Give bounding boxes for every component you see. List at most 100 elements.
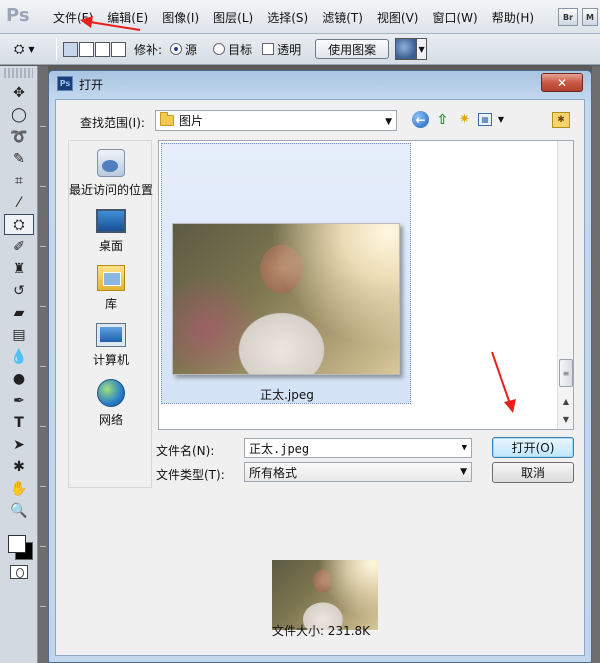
file-name-value: 正太.jpeg	[249, 441, 310, 456]
transparent-checkbox[interactable]	[262, 43, 275, 55]
chevron-down-icon: ▼	[385, 117, 392, 127]
places-bar: 最近访问的位置 桌面 库 计算机 网络	[68, 140, 153, 488]
library-icon	[97, 265, 125, 291]
pen-tool-icon[interactable]: ✒	[4, 390, 34, 411]
image-preview	[272, 560, 378, 630]
separator	[56, 38, 57, 60]
subtract-selection-icon[interactable]	[95, 41, 110, 57]
menu-view[interactable]: 视图(V)	[370, 9, 426, 26]
file-type-dropdown[interactable]: 所有格式 ▼	[244, 462, 472, 482]
cancel-button[interactable]: 取消	[492, 462, 574, 483]
source-label: 源	[185, 42, 198, 57]
recent-places-icon	[97, 149, 125, 177]
place-recent[interactable]: 最近访问的位置	[69, 149, 153, 198]
open-button[interactable]: 打开(O)	[492, 437, 574, 458]
new-folder-icon[interactable]: ✷	[456, 111, 473, 128]
color-swatches[interactable]	[4, 527, 34, 561]
main-menu: 文件(F) 编辑(E) 图像(I) 图层(L) 选择(S) 滤镜(T) 视图(V…	[46, 0, 541, 34]
view-menu-icon[interactable]: ▦	[478, 113, 492, 126]
place-label: 计算机	[92, 353, 129, 367]
back-icon[interactable]: ←	[412, 111, 429, 128]
menu-filter[interactable]: 滤镜(T)	[315, 9, 370, 26]
tools-panel: ✥ ◯ ➰ ✎ ⌗ ⁄ ⛭ ✐ ♜ ↺ ▰ ▤ 💧 ● ✒ T ➤ ✱ ✋ 🔍	[0, 66, 38, 663]
chevron-down-icon[interactable]: ▼	[497, 111, 505, 128]
blur-tool-icon[interactable]: 💧	[4, 346, 34, 367]
panel-grip[interactable]	[4, 68, 33, 78]
menu-layer[interactable]: 图层(L)	[206, 9, 260, 26]
folder-icon	[160, 112, 174, 126]
shape-tool-icon[interactable]: ✱	[4, 456, 34, 477]
chevron-down-icon[interactable]: ▼	[417, 38, 428, 60]
look-in-dropdown[interactable]: 图片 ▼	[155, 110, 397, 131]
stamp-tool-icon[interactable]: ♜	[4, 258, 34, 279]
mini-bridge-button[interactable]: M	[582, 8, 598, 26]
chevron-down-icon: ▼	[460, 467, 467, 477]
menu-window[interactable]: 窗口(W)	[425, 9, 484, 26]
quick-mask-icon[interactable]	[10, 565, 28, 579]
file-type-value: 所有格式	[249, 465, 298, 480]
file-name-input[interactable]: 正太.jpeg ▼	[244, 438, 472, 458]
open-dialog: Ps 打开 ✕ 查找范围(I): 图片 ▼ ← ⇧ ✷ ▦ ▼ ✱ 最近访问的位…	[48, 70, 592, 663]
use-pattern-button[interactable]: 使用图案	[315, 39, 390, 59]
eyedropper-tool-icon[interactable]: ⁄	[4, 192, 34, 213]
move-tool-icon[interactable]: ✥	[4, 82, 34, 103]
zoom-tool-icon[interactable]: 🔍	[4, 500, 34, 521]
place-label: 最近访问的位置	[69, 183, 154, 197]
menu-bar: Ps 文件(F) 编辑(E) 图像(I) 图层(L) 选择(S) 滤镜(T) 视…	[0, 0, 600, 34]
dialog-body: 查找范围(I): 图片 ▼ ← ⇧ ✷ ▦ ▼ ✱ 最近访问的位置 桌面 库 计…	[55, 99, 585, 656]
file-thumbnail	[172, 223, 400, 375]
menu-edit[interactable]: 编辑(E)	[100, 9, 155, 26]
patch-tool-icon: ⛭	[14, 41, 25, 57]
history-brush-tool-icon[interactable]: ↺	[4, 280, 34, 301]
hand-tool-icon[interactable]: ✋	[4, 478, 34, 499]
dialog-titlebar[interactable]: Ps 打开 ✕	[49, 71, 591, 97]
network-icon	[97, 379, 125, 407]
photoshop-logo: Ps	[6, 5, 30, 26]
folder-action-icon[interactable]: ✱	[552, 112, 570, 128]
marquee-tool-icon[interactable]: ◯	[4, 104, 34, 125]
intersect-selection-icon[interactable]	[111, 41, 126, 57]
place-desktop[interactable]: 桌面	[69, 209, 153, 254]
dodge-tool-icon[interactable]: ●	[4, 368, 34, 389]
desktop-icon	[96, 209, 126, 233]
gradient-tool-icon[interactable]: ▤	[4, 324, 34, 345]
source-radio[interactable]	[170, 43, 183, 55]
tool-preset-picker[interactable]: ⛭ ▼	[14, 38, 50, 60]
menu-image[interactable]: 图像(I)	[155, 9, 206, 26]
document-background	[592, 66, 600, 663]
new-selection-icon[interactable]	[63, 41, 78, 57]
scroll-down-icon[interactable]: ▼	[558, 411, 574, 427]
chevron-down-icon[interactable]: ▼	[462, 443, 467, 453]
selection-modes	[63, 41, 126, 57]
scrollbar-thumb[interactable]: ≡	[559, 359, 573, 387]
menu-help[interactable]: 帮助(H)	[485, 9, 541, 26]
place-computer[interactable]: 计算机	[69, 323, 153, 368]
path-selection-tool-icon[interactable]: ➤	[4, 434, 34, 455]
destination-radio[interactable]	[213, 43, 226, 55]
pattern-swatch[interactable]	[395, 38, 418, 60]
file-name-label: 文件名(N):	[156, 444, 215, 458]
lasso-tool-icon[interactable]: ➰	[4, 126, 34, 147]
file-item[interactable]: 正太.jpeg	[161, 143, 411, 404]
patch-tool-icon[interactable]: ⛭	[4, 214, 34, 235]
quick-selection-tool-icon[interactable]: ✎	[4, 148, 34, 169]
scroll-up-icon[interactable]: ▲	[558, 393, 574, 409]
up-folder-icon[interactable]: ⇧	[434, 111, 451, 128]
type-tool-icon[interactable]: T	[4, 412, 34, 433]
document-ruler	[38, 66, 48, 663]
bridge-button[interactable]: Br	[558, 8, 578, 26]
eraser-tool-icon[interactable]: ▰	[4, 302, 34, 323]
place-library[interactable]: 库	[69, 265, 153, 312]
place-network[interactable]: 网络	[69, 379, 153, 428]
place-label: 库	[104, 297, 117, 311]
close-button[interactable]: ✕	[541, 73, 583, 92]
options-bar: ⛭ ▼ 修补: 源 目标 透明 使用图案 ▼	[0, 34, 600, 65]
brush-tool-icon[interactable]: ✐	[4, 236, 34, 257]
menu-select[interactable]: 选择(S)	[260, 9, 315, 26]
vertical-scrollbar[interactable]: ≡ ▲ ▼	[557, 141, 573, 429]
crop-tool-icon[interactable]: ⌗	[4, 170, 34, 191]
add-selection-icon[interactable]	[79, 41, 94, 57]
foreground-color[interactable]	[8, 535, 26, 553]
look-in-label: 查找范围(I):	[80, 116, 145, 130]
menu-file[interactable]: 文件(F)	[46, 9, 100, 26]
